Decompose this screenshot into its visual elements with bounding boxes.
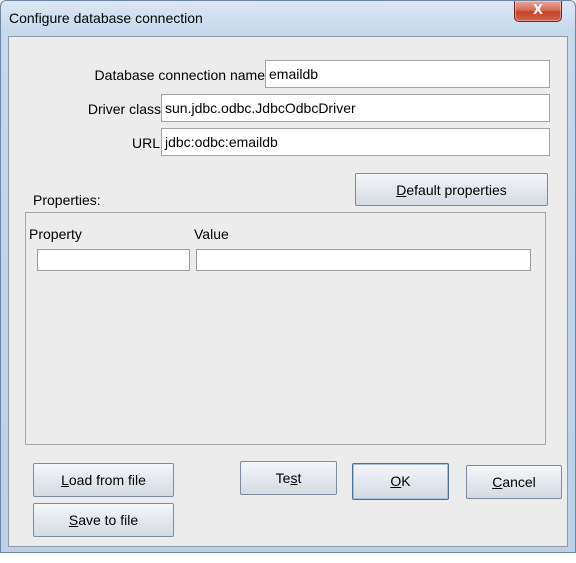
load-from-file-button[interactable]: Load from file	[33, 463, 174, 497]
default-properties-button[interactable]: Default properties	[355, 173, 548, 206]
load-mnemonic: L	[61, 472, 69, 488]
driver-class-field[interactable]: sun.jdbc.odbc.JdbcOdbcDriver	[161, 94, 550, 122]
cancel-label: ancel	[502, 474, 536, 490]
test-button[interactable]: Test	[240, 461, 337, 495]
ok-mnemonic: O	[390, 473, 402, 489]
close-icon: X	[532, 3, 544, 18]
close-button[interactable]: X	[514, 1, 562, 22]
property-name-cell[interactable]	[37, 249, 190, 271]
properties-table: Property Value	[25, 212, 546, 445]
load-label: oad from file	[68, 472, 146, 488]
url-field[interactable]: jdbc:odbc:emaildb	[161, 128, 550, 156]
save-mnemonic: S	[68, 512, 79, 528]
save-to-file-button[interactable]: Save to file	[33, 503, 174, 537]
property-value-cell[interactable]	[196, 249, 531, 271]
test-label-post: t	[297, 470, 302, 486]
ok-label: K	[401, 473, 411, 489]
window-title: Configure database connection	[9, 10, 203, 26]
column-header-value: Value	[194, 226, 229, 242]
default-properties-label: efault properties	[406, 182, 507, 198]
column-header-property: Property	[29, 226, 82, 242]
properties-label: Properties:	[33, 192, 101, 208]
save-label: ave to file	[78, 512, 139, 528]
test-label-pre: Te	[275, 470, 291, 486]
url-label: URL	[131, 135, 160, 151]
driver-class-label: Driver class	[87, 101, 161, 117]
cancel-button[interactable]: Cancel	[466, 465, 562, 499]
ok-button[interactable]: OK	[352, 463, 449, 500]
cancel-mnemonic: C	[492, 474, 503, 490]
connection-name-field[interactable]: emaildb	[265, 60, 550, 88]
title-bar[interactable]: Configure database connection X	[1, 1, 575, 31]
default-properties-mnemonic: D	[396, 182, 407, 198]
connection-name-label: Database connection name	[94, 67, 265, 83]
